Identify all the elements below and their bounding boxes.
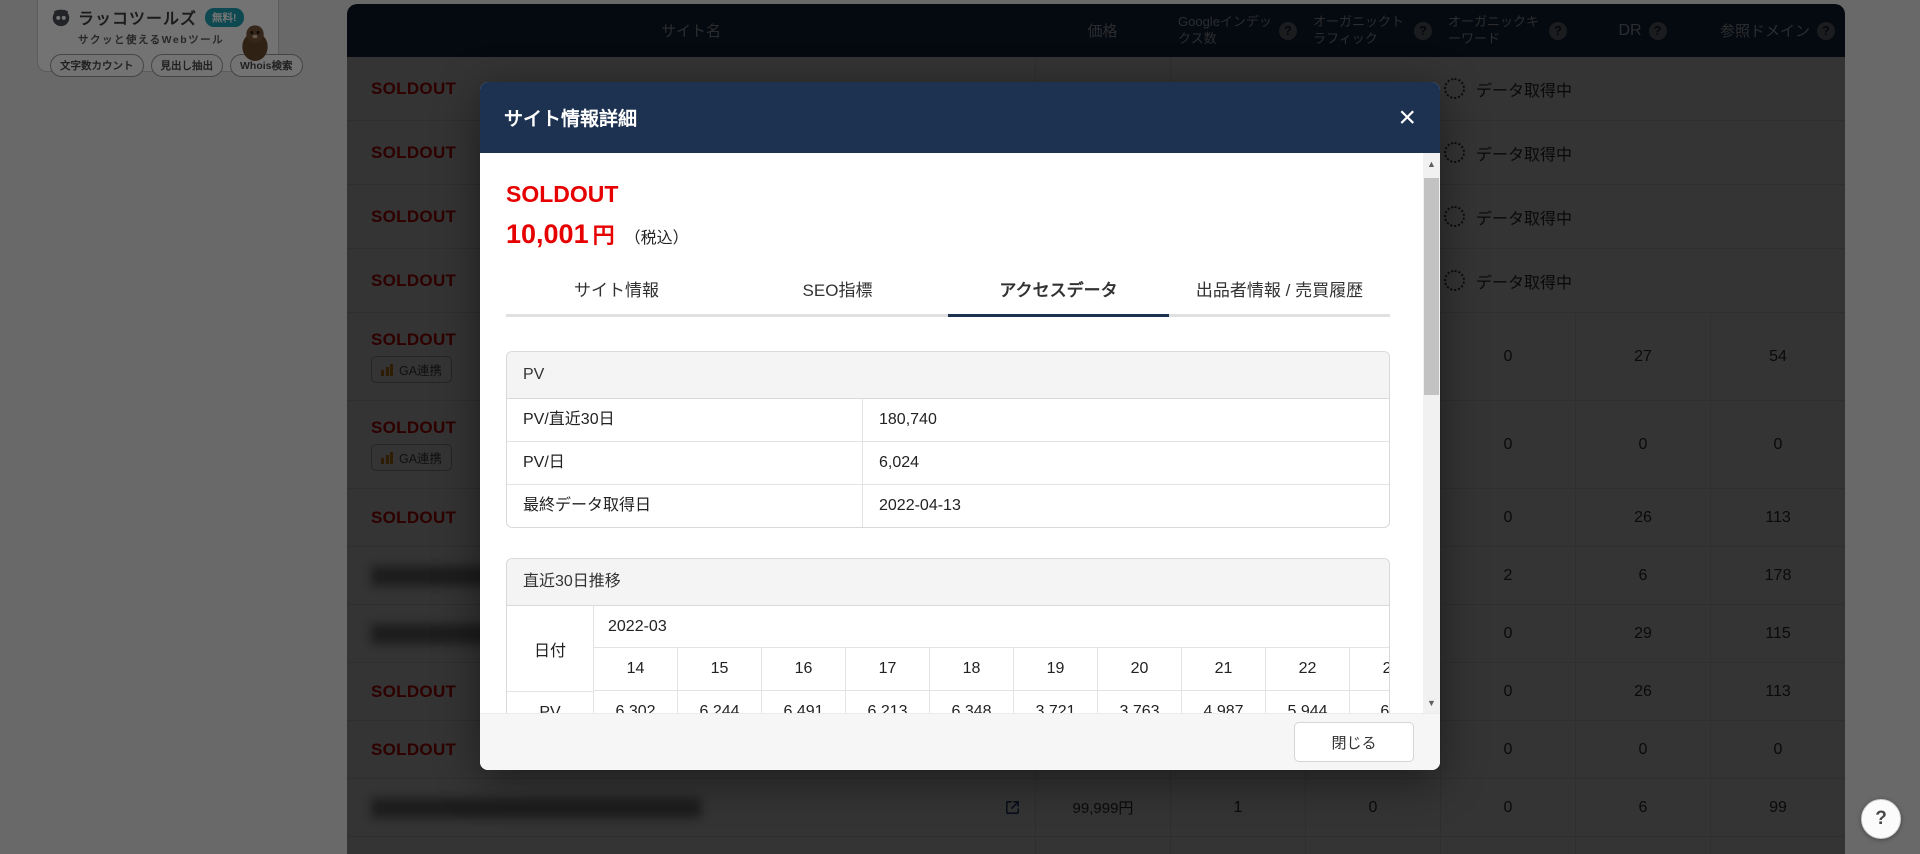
scrollbar-up-icon[interactable]: ▲ [1423, 155, 1440, 172]
pv-key: 最終データ取得日 [507, 485, 863, 527]
pv-row: PV/直近30日180,740 [507, 399, 1389, 441]
pv-value: 180,740 [863, 399, 1389, 441]
trend-date-column: 日付 PV [507, 606, 594, 713]
day-cell: 23 [1350, 648, 1389, 690]
pv-section: PV PV/直近30日180,740PV/日6,024最終データ取得日2022-… [506, 351, 1390, 528]
price-unit: 円 [593, 223, 615, 248]
pv-table: PV/直近30日180,740PV/日6,024最終データ取得日2022-04-… [507, 399, 1389, 527]
pv-value-cell: 4,987 [1182, 691, 1266, 713]
pv-value-cell: 6,244 [678, 691, 762, 713]
pv-key: PV/日 [507, 442, 863, 484]
pv-value-cell: 5,944 [1266, 691, 1350, 713]
pv-section-title: PV [507, 352, 1389, 399]
pv-values-row: 6,3026,2446,4916,2136,3483,7213,7634,987… [594, 690, 1389, 713]
day-cell: 17 [846, 648, 930, 690]
pv-row: 最終データ取得日2022-04-13 [507, 484, 1389, 527]
help-button[interactable]: ? [1861, 799, 1901, 839]
soldout-status: SOLDOUT [506, 181, 1390, 208]
tab-サイト情報[interactable]: サイト情報 [506, 266, 727, 317]
day-cell: 14 [594, 648, 678, 690]
trend-data-area: 2022-03 14151617181920212223 6,3026,2446… [594, 606, 1389, 713]
day-cell: 20 [1098, 648, 1182, 690]
scrollbar-thumb[interactable] [1424, 178, 1439, 395]
site-detail-modal: サイト情報詳細 × SOLDOUT 10,001円 （税込） サイト情報SEO指… [480, 82, 1440, 770]
day-cell: 18 [930, 648, 1014, 690]
day-cell: 19 [1014, 648, 1098, 690]
pv-value-cell: 3,721 [1014, 691, 1098, 713]
day-cell: 15 [678, 648, 762, 690]
pv-value-cell: 6,213 [846, 691, 930, 713]
trend-section-title: 直近30日推移 [507, 559, 1389, 606]
pv-row-label: PV [507, 691, 593, 713]
pv-value-cell: 3,763 [1098, 691, 1182, 713]
modal-footer: 閉じる [480, 713, 1440, 770]
day-cell: 21 [1182, 648, 1266, 690]
day-cell: 16 [762, 648, 846, 690]
tab-アクセスデータ[interactable]: アクセスデータ [948, 266, 1169, 317]
pv-value-cell: 6,491 [762, 691, 846, 713]
pv-key: PV/直近30日 [507, 399, 863, 441]
modal-content: SOLDOUT 10,001円 （税込） サイト情報SEO指標アクセスデータ出品… [480, 181, 1390, 713]
tab-出品者情報 / 売買履歴[interactable]: 出品者情報 / 売買履歴 [1169, 266, 1390, 317]
price-value: 10,001円 [506, 218, 615, 250]
date-header-cell: 日付 [507, 606, 593, 691]
pv-value-cell: 6,348 [930, 691, 1014, 713]
close-button[interactable]: 閉じる [1294, 722, 1414, 762]
modal-header: サイト情報詳細 × [480, 82, 1440, 153]
modal-tabs: サイト情報SEO指標アクセスデータ出品者情報 / 売買履歴 [506, 266, 1390, 317]
day-cell: 22 [1266, 648, 1350, 690]
days-row: 14151617181920212223 [594, 648, 1389, 690]
pv-value: 2022-04-13 [863, 485, 1389, 527]
trend-table: 日付 PV 2022-03 14151617181920212223 6,302… [507, 606, 1389, 713]
pv-value: 6,024 [863, 442, 1389, 484]
close-icon[interactable]: × [1398, 103, 1416, 133]
modal-scroll-area: SOLDOUT 10,001円 （税込） サイト情報SEO指標アクセスデータ出品… [480, 153, 1440, 713]
scrollbar-down-icon[interactable]: ▼ [1423, 694, 1440, 711]
month-cell: 2022-03 [594, 606, 1389, 648]
pv-value-cell: 6,8 [1350, 691, 1389, 713]
tab-SEO指標[interactable]: SEO指標 [727, 266, 948, 317]
tax-note: （税込） [625, 224, 689, 248]
price-row: 10,001円 （税込） [506, 218, 1390, 250]
pv-row: PV/日6,024 [507, 441, 1389, 484]
modal-title: サイト情報詳細 [504, 104, 637, 131]
trend-section: 直近30日推移 日付 PV 2022-03 141516171819202122… [506, 558, 1390, 713]
modal-scrollbar[interactable]: ▲ ▼ [1423, 153, 1440, 713]
pv-value-cell: 6,302 [594, 691, 678, 713]
